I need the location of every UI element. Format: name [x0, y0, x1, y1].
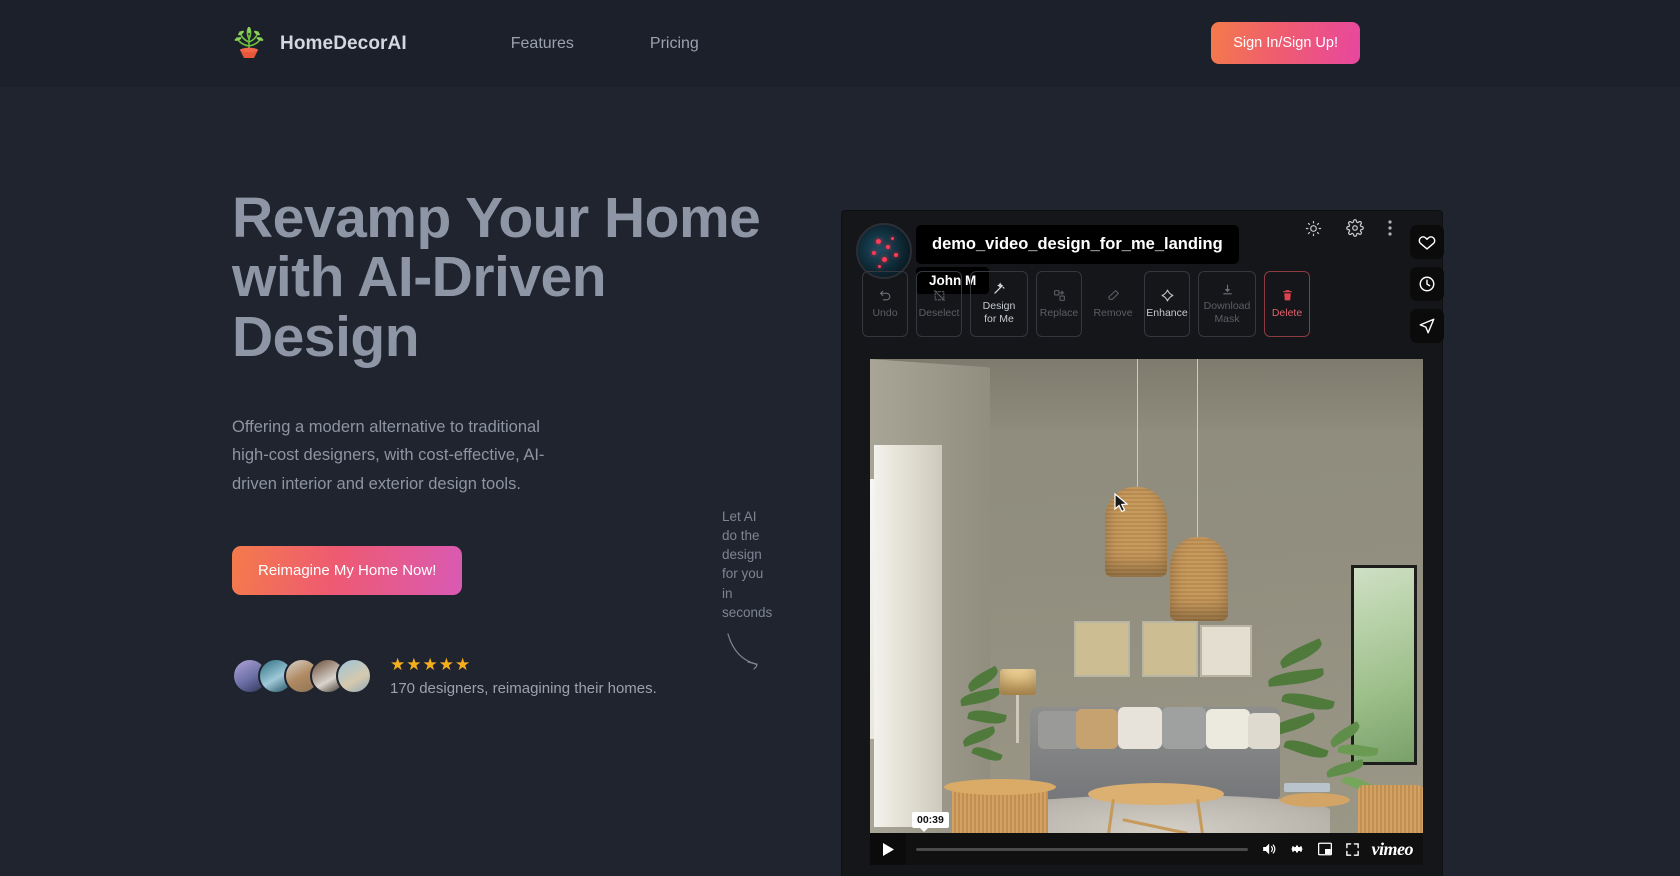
app-preview-panel: demo_video_design_for_me_landing John M	[842, 211, 1444, 876]
sidenote-text: Let AI do the design for you in seconds	[722, 509, 773, 620]
heart-icon[interactable]	[1410, 225, 1444, 259]
picture-in-picture-icon[interactable]	[1317, 842, 1333, 856]
avatar	[336, 657, 372, 694]
clock-icon[interactable]	[1410, 267, 1444, 301]
volume-icon[interactable]	[1260, 841, 1277, 857]
sparkle-icon	[1161, 289, 1174, 303]
app-side-rail	[1410, 225, 1444, 343]
toolbar-label: Deselect	[918, 306, 960, 319]
editor-toolbar: Undo Deselect Design for Me Replace Remo…	[862, 271, 1310, 337]
brand[interactable]: HomeDecorAI	[232, 26, 407, 61]
vimeo-logo[interactable]: vimeo	[1372, 839, 1414, 860]
potted-plant-icon	[232, 26, 266, 61]
mouse-cursor-icon	[1114, 492, 1129, 518]
signin-signup-button[interactable]: Sign In/Sign Up!	[1211, 22, 1360, 64]
progress-scrubber[interactable]	[916, 847, 1248, 851]
page-title: Revamp Your Home with AI-Driven Design	[232, 186, 761, 369]
toolbar-design-for-me-button[interactable]: Design for Me	[970, 271, 1028, 337]
file-name-chip: demo_video_design_for_me_landing	[916, 225, 1239, 264]
play-button[interactable]	[870, 833, 906, 865]
toolbar-label: Undo	[872, 306, 898, 319]
toolbar-label: Delete	[1271, 306, 1303, 319]
eraser-icon	[1107, 289, 1120, 303]
app-toolbar-area: demo_video_design_for_me_landing John M	[848, 217, 1444, 352]
toolbar-replace-button[interactable]: Replace	[1036, 271, 1082, 337]
control-bar: 00:39 vimeo	[906, 812, 1423, 865]
avatar-group	[232, 657, 372, 694]
toolbar-deselect-button[interactable]: Deselect	[916, 271, 962, 337]
hero-section: Revamp Your Home with AI-Driven Design O…	[0, 87, 1680, 876]
hero-subcopy: Offering a modern alternative to traditi…	[232, 417, 545, 493]
toolbar-label: Design for Me	[982, 300, 1016, 325]
toolbar-undo-button[interactable]: Undo	[862, 271, 908, 337]
more-vertical-icon[interactable]	[1388, 220, 1392, 241]
rating-stars: ★★★★★	[390, 654, 472, 674]
send-icon[interactable]	[1410, 309, 1444, 343]
toolbar-delete-button[interactable]: Delete	[1264, 271, 1310, 337]
video-controls: 00:39 vimeo	[870, 812, 1423, 865]
toolbar-label: Download Mask	[1203, 300, 1251, 325]
settings-gear-icon[interactable]	[1289, 841, 1305, 857]
download-icon	[1221, 282, 1234, 296]
main-nav: Features Pricing	[511, 35, 699, 53]
nav-item-features[interactable]: Features	[511, 35, 574, 53]
replace-icon	[1053, 289, 1066, 303]
reimagine-my-home-button[interactable]: Reimagine My Home Now!	[232, 545, 463, 595]
gear-icon[interactable]	[1346, 219, 1364, 242]
toolbar-label: Enhance	[1146, 306, 1188, 319]
brightness-icon[interactable]	[1305, 220, 1322, 242]
site-header: HomeDecorAI Features Pricing Sign In/Sig…	[0, 0, 1680, 87]
brand-name: HomeDecorAI	[280, 32, 407, 54]
curved-arrow-icon	[726, 632, 772, 677]
hero-left-column: Revamp Your Home with AI-Driven Design O…	[232, 109, 792, 697]
trash-icon	[1281, 289, 1294, 303]
deselect-icon	[933, 289, 946, 303]
toolbar-label: Remove	[1093, 306, 1133, 319]
toolbar-download-mask-button[interactable]: Download Mask	[1198, 271, 1256, 337]
social-proof: ★★★★★ 170 designers, reimagining their h…	[232, 655, 792, 697]
app-top-icons	[1305, 219, 1392, 242]
fullscreen-icon[interactable]	[1345, 842, 1360, 857]
undo-icon	[879, 289, 892, 303]
video-player[interactable]	[870, 359, 1423, 859]
toolbar-enhance-button[interactable]: Enhance	[1144, 271, 1190, 337]
magic-wand-icon	[992, 282, 1006, 296]
nav-item-pricing[interactable]: Pricing	[650, 35, 699, 53]
room-render-image	[870, 359, 1423, 859]
toolbar-remove-button[interactable]: Remove	[1090, 271, 1136, 337]
toolbar-label: Replace	[1039, 306, 1079, 319]
social-proof-text: 170 designers, reimagining their homes.	[390, 679, 657, 697]
time-tooltip: 00:39	[912, 812, 949, 832]
